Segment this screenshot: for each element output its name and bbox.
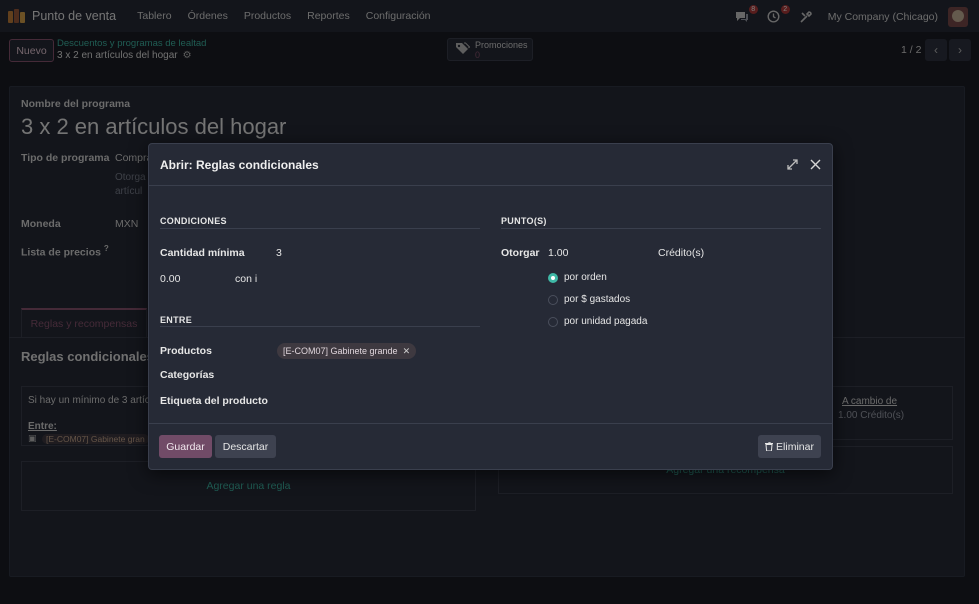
min-qty-label: Cantidad mínima	[160, 247, 245, 259]
points-group-title: PUNTO(S)	[501, 216, 547, 226]
delete-label: Eliminar	[776, 440, 814, 453]
mode-option-order-label: por orden	[564, 272, 607, 283]
radio-unchecked-icon[interactable]	[548, 316, 558, 327]
grant-label: Otorgar	[501, 247, 540, 259]
product-tag[interactable]: [E-COM07] Gabinete grande ✕	[277, 343, 417, 359]
radio-checked-icon[interactable]	[548, 272, 558, 283]
close-icon	[810, 159, 820, 169]
min-qty-input[interactable]: 3	[276, 247, 282, 259]
dialog-footer: Guardar Descartar Eliminar	[149, 423, 832, 469]
between-group-title: ENTRE	[160, 315, 193, 325]
conditions-group-title: CONDICIONES	[160, 216, 227, 226]
products-label: Productos	[160, 345, 212, 357]
grant-points-input[interactable]: 1.00	[548, 247, 568, 259]
mode-option-unit[interactable]: por unidad pagada	[548, 316, 647, 327]
remove-tag-icon[interactable]: ✕	[403, 346, 411, 357]
min-amount-input[interactable]: 0.00	[160, 273, 180, 285]
points-divider	[501, 228, 821, 229]
dialog-title: Abrir: Reglas condicionales	[160, 158, 319, 172]
categories-label: Categorías	[160, 369, 215, 381]
expand-button[interactable]	[784, 156, 800, 172]
conditions-divider	[160, 228, 480, 229]
save-button[interactable]: Guardar	[159, 435, 212, 458]
between-divider	[160, 326, 480, 327]
mode-option-money[interactable]: por $ gastados	[548, 294, 630, 305]
product-tag-field-label: Etiqueta del producto	[160, 395, 268, 407]
tax-mode-select[interactable]: con i	[235, 273, 257, 285]
product-tag-label: [E-COM07] Gabinete grande	[283, 346, 398, 356]
trash-icon	[765, 442, 774, 451]
credits-label: Crédito(s)	[658, 247, 705, 259]
mode-option-order[interactable]: por orden	[548, 272, 607, 283]
conditional-rules-dialog: Abrir: Reglas condicionales CONDICIONES …	[148, 143, 833, 470]
close-button[interactable]	[807, 156, 823, 172]
discard-button[interactable]: Descartar	[215, 435, 276, 458]
delete-button[interactable]: Eliminar	[758, 435, 821, 458]
mode-option-unit-label: por unidad pagada	[564, 316, 648, 327]
radio-unchecked-icon[interactable]	[548, 294, 558, 305]
mode-option-money-label: por $ gastados	[564, 294, 631, 305]
expand-icon	[786, 158, 798, 170]
dialog-header: Abrir: Reglas condicionales	[149, 144, 832, 186]
